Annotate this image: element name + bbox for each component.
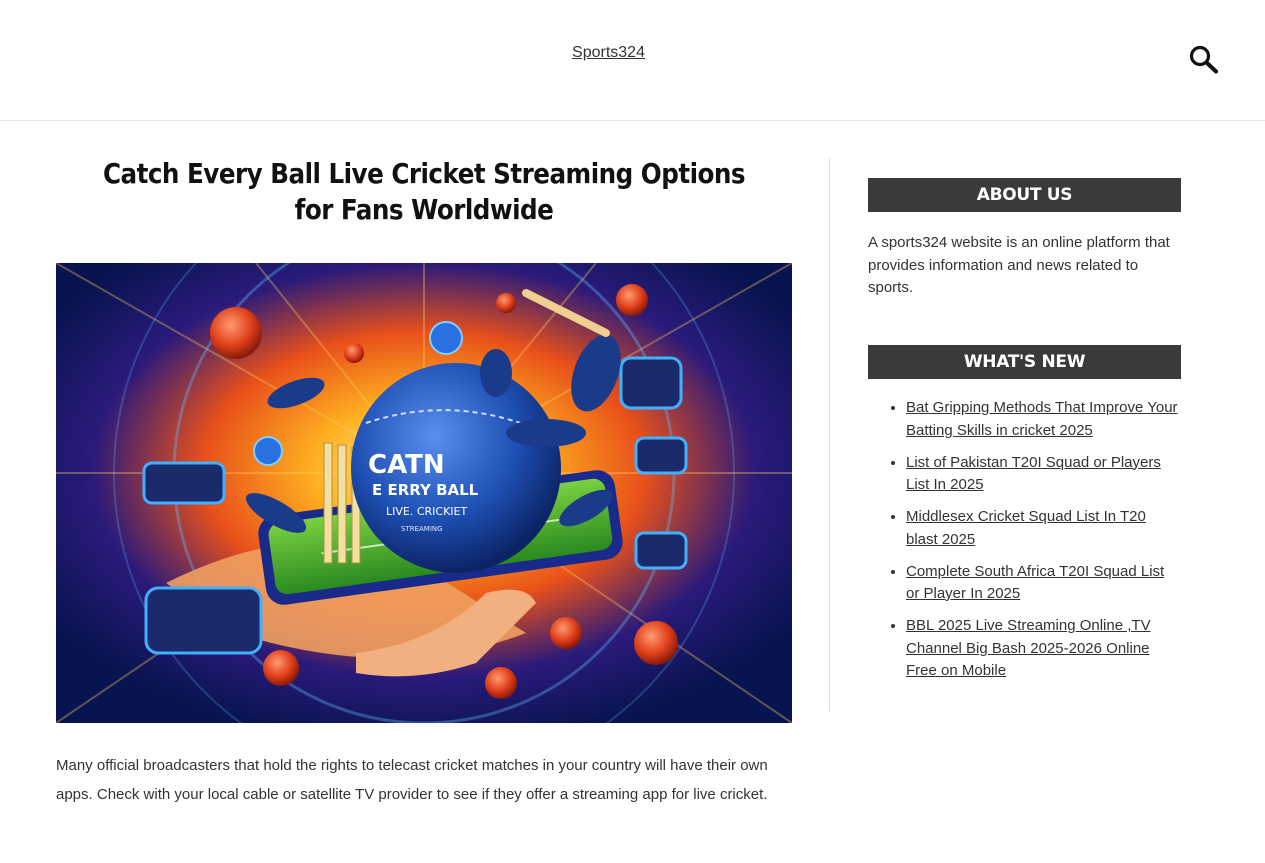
site-title-link[interactable]: Sports324 bbox=[572, 44, 645, 61]
search-icon bbox=[1189, 45, 1218, 74]
content-divider bbox=[829, 158, 830, 711]
hero-text-line1: CATN bbox=[368, 450, 445, 480]
list-item: Middlesex Cricket Squad List In T20 blas… bbox=[906, 506, 1181, 551]
post-title: Catch Every Ball Live Cricket Streaming … bbox=[102, 157, 746, 226]
hero-text-line3: LIVE. CRICKIET bbox=[386, 505, 467, 518]
site-header: Sports324 bbox=[0, 0, 1265, 121]
list-item: Bat Gripping Methods That Improve Your B… bbox=[906, 397, 1181, 442]
news-link[interactable]: Middlesex Cricket Squad List In T20 blas… bbox=[906, 508, 1146, 548]
list-item: List of Pakistan T20I Squad or Players L… bbox=[906, 452, 1181, 497]
about-text: A sports324 website is an online platfor… bbox=[868, 234, 1170, 296]
search-button[interactable] bbox=[1188, 44, 1220, 74]
whats-new-widget: WHAT'S NEW Bat Gripping Methods That Imp… bbox=[868, 345, 1181, 692]
list-item: BBL 2025 Live Streaming Online ,TV Chann… bbox=[906, 615, 1181, 683]
news-link[interactable]: Bat Gripping Methods That Improve Your B… bbox=[906, 399, 1178, 439]
site-title: Sports324 bbox=[0, 44, 1217, 62]
hero-image: CATN E ERRY BALL LIVE. CRICKIET STREAMIN… bbox=[56, 263, 792, 723]
about-widget-title: ABOUT US bbox=[868, 178, 1181, 212]
news-link[interactable]: List of Pakistan T20I Squad or Players L… bbox=[906, 454, 1161, 494]
hero-text-line2: E ERRY BALL bbox=[372, 481, 479, 499]
list-item: Complete South Africa T20I Squad List or… bbox=[906, 561, 1181, 606]
sidebar: ABOUT US A sports324 website is an onlin… bbox=[868, 178, 1181, 679]
news-link[interactable]: BBL 2025 Live Streaming Online ,TV Chann… bbox=[906, 617, 1151, 679]
hero-illustration: CATN E ERRY BALL LIVE. CRICKIET STREAMIN… bbox=[56, 263, 792, 723]
hero-text-line4: STREAMING bbox=[401, 525, 443, 533]
post-body: Many official broadcasters that hold the… bbox=[56, 757, 768, 803]
news-list: Bat Gripping Methods That Improve Your B… bbox=[868, 397, 1181, 683]
main-content: Catch Every Ball Live Cricket Streaming … bbox=[56, 122, 792, 803]
about-widget: ABOUT US A sports324 website is an onlin… bbox=[868, 178, 1181, 300]
whats-new-title: WHAT'S NEW bbox=[868, 345, 1181, 379]
news-link[interactable]: Complete South Africa T20I Squad List or… bbox=[906, 563, 1164, 603]
